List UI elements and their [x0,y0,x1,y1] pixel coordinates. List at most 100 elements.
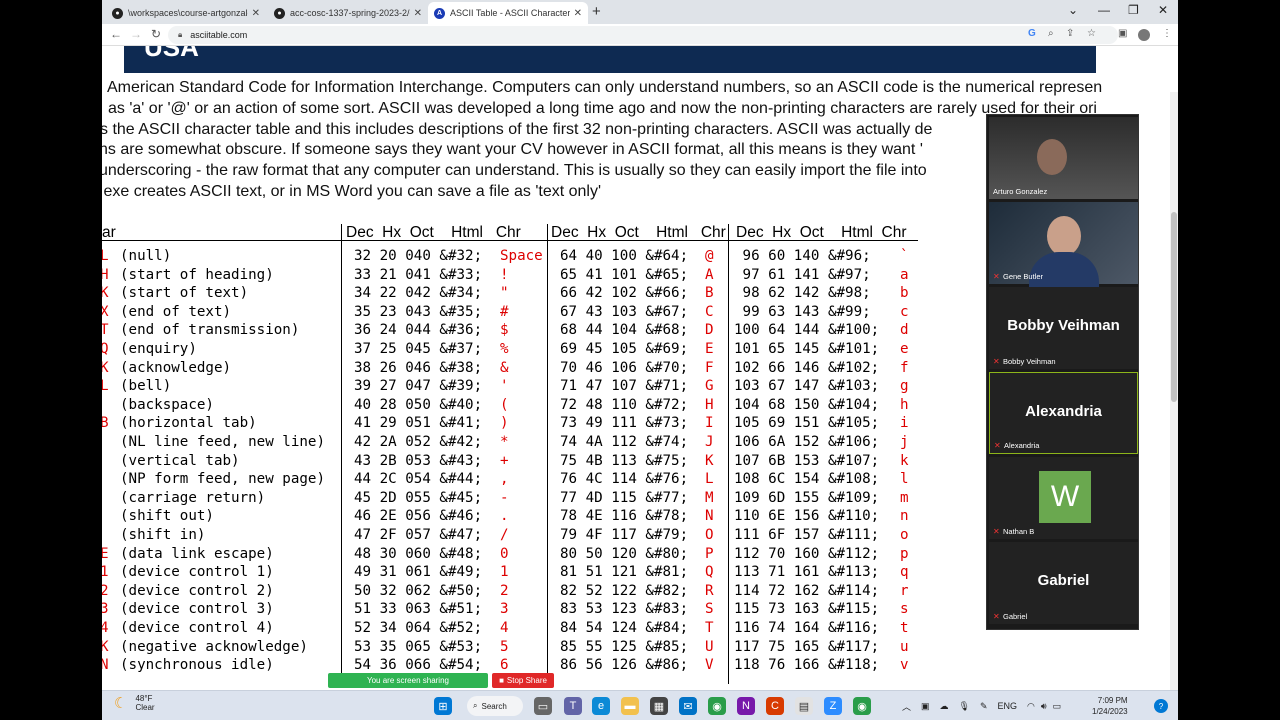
minimize-icon[interactable]: — [1098,3,1110,17]
participant-tile-alexandria[interactable]: Alexandria ✕ Alexandria [989,372,1138,454]
table-cell: 86 56 126 &#86; [560,657,689,674]
table-cell: M [705,489,714,506]
new-tab-button[interactable]: + [592,3,601,20]
participant-name: Nathan B [1003,527,1035,536]
table-cell: , [500,471,509,488]
table-cell: (data link escape) [120,545,274,562]
volume-icon[interactable]: 🔊︎ [1041,701,1047,712]
participant-tile-nathan[interactable]: W ✕ Nathan B [989,457,1138,539]
table-cell: $ [500,322,509,339]
table-cell: 70 46 106 &#70; [560,359,689,376]
reload-icon[interactable]: ↻ [151,27,161,41]
close-icon[interactable]: ✕ [252,8,260,19]
tab-search-icon[interactable]: ⌄ [1068,3,1078,17]
table-row: X (end of text) 35 23 043 &#35; #67 43 103 … [102,304,932,323]
scrollbar-thumb[interactable] [1171,212,1177,402]
file-explorer-icon[interactable]: ▬ [621,697,639,715]
language-indicator[interactable]: ENG [998,701,1018,711]
page-scrollbar[interactable] [1170,92,1178,690]
tab-acc-cosc[interactable]: ● acc-cosc-1337-spring-2023-2/co ✕ [268,2,428,24]
table-cell: 114 72 162 &#114; [734,582,880,599]
help-icon[interactable]: ? [1154,699,1168,713]
taskbar-search[interactable]: ⌕ Search [467,696,523,716]
sidepanel-icon[interactable]: ▣ [1118,28,1127,39]
table-cell: T [705,620,714,636]
table-cell: K [102,285,109,302]
table-cell: T [102,322,109,339]
table-cell: h [900,396,909,413]
table-cell: 100 64 144 &#100; [734,322,880,339]
bookmark-star-icon[interactable]: ☆ [1087,28,1096,39]
mic-muted-icon: ✕ [993,272,1000,281]
stop-share-button[interactable]: ■ Stop Share [492,673,554,688]
table-cell: E [102,545,109,562]
table-cell: (NP form feed, new page) [120,471,325,488]
address-bar[interactable]: 🔒︎ asciitable.com [168,26,1118,44]
mail-icon[interactable]: ✉ [679,697,697,715]
screen-share-bar: You are screen sharing ■ Stop Share [328,673,554,688]
participant-tile-bobby[interactable]: Bobby Veihman ✕ Bobby Veihman [989,287,1138,369]
table-cell: ( [500,396,509,413]
store-icon[interactable]: ▦ [650,697,668,715]
participant-tile-gene[interactable]: ✕ Gene Butler [989,202,1138,292]
tab-workspaces[interactable]: ● \workspaces\course-artgonzalez ✕ [106,2,266,24]
pen-icon[interactable]: ✎ [980,701,988,712]
start-button-icon[interactable]: ⊞ [434,697,452,715]
back-icon[interactable]: ← [110,27,122,41]
google-icon[interactable]: G [1028,28,1036,39]
table-cell: 116 74 164 &#116; [734,620,880,636]
close-icon[interactable]: ✕ [414,8,422,19]
onenote-icon[interactable]: N [737,697,755,715]
table-cell: 105 69 151 &#105; [734,415,880,432]
profile-avatar[interactable] [1138,29,1150,41]
cloud-icon[interactable]: ☁ [940,701,949,712]
table-row: (backspace) 40 28 050 &#40; (72 48 110 &#7… [102,397,932,416]
clock-time: 7:09 PM [1097,696,1128,705]
table-cell: (enquiry) [120,341,197,357]
participant-tile-gabriel[interactable]: Gabriel ✕ Gabriel [989,542,1138,624]
table-cell: 67 43 103 &#67; [560,303,689,320]
table-cell: 45 2D 055 &#45; [354,489,483,506]
mic-icon[interactable]: 🎙︎ [959,701,970,712]
forward-icon[interactable]: → [130,27,142,41]
table-cell: 102 66 146 &#102; [734,359,880,376]
edge-icon[interactable]: e [592,697,610,715]
tray-chevron-icon[interactable]: ︿ [902,700,911,713]
weather-desc: Clear [135,703,155,712]
close-window-icon[interactable]: ✕ [1158,3,1168,17]
restore-icon[interactable]: ❐ [1128,3,1139,17]
menu-kebab-icon[interactable]: ⋮ [1162,28,1172,39]
terminal-icon[interactable]: ▤ [795,697,813,715]
lock-icon: 🔒︎ [178,30,183,39]
taskbar-clock[interactable]: 7:09 PM 1/24/2023 [1092,695,1128,717]
table-row: K (start of text) 34 22 042 &#34; " 66 42 10… [102,285,932,304]
task-view-icon[interactable]: ▭ [534,697,552,715]
table-cell: 84 54 124 &#84; [560,620,689,636]
zoom-icon[interactable]: Z [824,697,842,715]
table-cell: Space [500,248,543,264]
table-cell: 51 33 063 &#51; [354,601,483,618]
table-cell: 41 29 051 &#41; [354,415,483,432]
app-icon[interactable]: C [766,697,784,715]
teams-icon[interactable]: T [564,697,582,715]
tray-app-icon[interactable]: ▣ [921,701,930,712]
weather-widget[interactable]: ☾ 48°F Clear [114,694,155,712]
table-cell: % [500,341,509,357]
table-cell: 4 [500,620,509,636]
table-row: 4 (device control 4) 52 34 064 &#52; 4 84 54… [102,620,932,639]
tab-ascii-table[interactable]: A ASCII Table - ASCII Character Co ✕ [428,2,588,24]
battery-icon[interactable]: ▭ [1053,701,1062,712]
zoom-icon[interactable]: ⌕ [1048,28,1054,39]
table-cell: 73 49 111 &#73; [560,415,689,432]
mic-muted-icon: ✕ [993,357,1000,366]
chrome-icon[interactable]: ◉ [708,697,726,715]
table-cell: I [705,415,714,432]
chrome-active-icon[interactable]: ◉ [853,697,871,715]
wifi-icon[interactable]: ◠ [1027,701,1035,712]
table-cell: p [900,545,909,562]
share-icon[interactable]: ⇪ [1066,28,1074,39]
table-cell: 44 2C 054 &#44; [354,471,483,488]
share-status[interactable]: You are screen sharing [328,673,488,688]
close-icon[interactable]: ✕ [574,8,582,19]
participant-tile-arturo[interactable]: Arturo Gonzalez [989,117,1138,199]
